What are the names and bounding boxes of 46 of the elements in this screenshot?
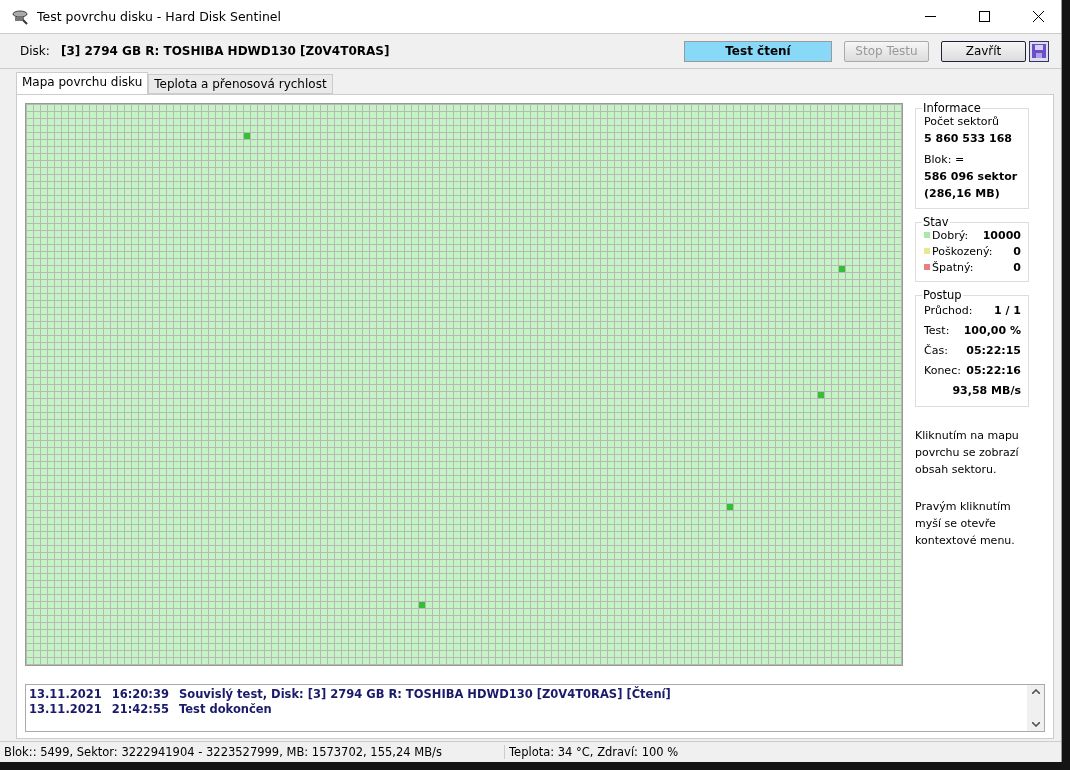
progress-value: 05:22:15: [966, 343, 1021, 357]
maximize-icon: [978, 11, 990, 22]
group-title: Stav: [922, 215, 950, 229]
state-label: Poškozený:: [932, 244, 994, 258]
progress-label: Konec:: [924, 363, 962, 377]
status-text: Blok:: 5499, Sektor: 3222941904 - 3223527999, MB: 1573702, 155,24 MB/s: [0, 745, 505, 759]
save-button[interactable]: [1029, 40, 1049, 62]
state-value: 10000: [982, 228, 1021, 242]
disk-name: [3] 2794 GB R: TOSHIBA HDWD130 [Z0V4T0RAS]: [61, 44, 391, 58]
close-icon: [1032, 11, 1044, 22]
state-value: 0: [1013, 244, 1021, 258]
log-message: Souvislý test, Disk: [3] 2794 GB R: TOSHIBA HDWD130 [Z0V4T0RAS] [Čtení]: [179, 687, 671, 702]
progress-label: Čas:: [924, 343, 949, 357]
progress-value: 05:22:16: [966, 363, 1021, 377]
scroll-down-icon[interactable]: [1031, 722, 1040, 727]
tab[interactable]: Teplota a přenosová rychlost: [148, 74, 333, 94]
progress-label: Průchod:: [924, 303, 974, 317]
info-label: Blok: =: [924, 152, 966, 168]
group-title: Postup: [922, 288, 963, 302]
disk-label: Disk:: [20, 44, 51, 58]
hint-text: Kliknutím na mapu povrchu se zobrazí obsah sektoru.: [915, 428, 1020, 478]
log-time: 16:20:39: [111, 687, 169, 702]
progress-value: 93,58 MB/s: [952, 383, 1021, 397]
disk-icon: [12, 8, 29, 25]
log-message: Test dokončen: [179, 702, 272, 717]
window-title: Test povrchu disku - Hard Disk Sentinel: [37, 9, 282, 24]
group-title: Informace: [922, 101, 982, 115]
info-value: 586 096 sektor: [924, 169, 1019, 185]
state-label: Špatný:: [932, 260, 975, 274]
tab[interactable]: Mapa povrchu disku: [16, 72, 149, 94]
log-date: 13.11.2021: [29, 687, 102, 702]
state-value: 0: [1013, 260, 1021, 274]
status-text: Teplota: 34 °C, Zdraví: 100 %: [508, 745, 680, 759]
log-date: 13.11.2021: [29, 702, 102, 717]
info-value: 5 860 533 168: [924, 131, 1014, 147]
push-button[interactable]: Zavřít: [941, 40, 1026, 62]
info-label: Počet sektorů: [924, 114, 1000, 130]
hint-text: Pravým kliknutím myší se otevře kontextové menu.: [915, 499, 1016, 549]
info-value: (286,16 MB): [924, 186, 1001, 202]
scroll-up-icon[interactable]: [1031, 689, 1040, 694]
progress-value: 100,00 %: [963, 323, 1021, 337]
state-label: Dobrý:: [932, 228, 970, 242]
log-time: 21:42:55: [111, 702, 169, 717]
status-indicator: Test čtení: [684, 40, 832, 62]
progress-value: 1 / 1: [994, 303, 1021, 317]
progress-label: Test:: [924, 323, 951, 337]
